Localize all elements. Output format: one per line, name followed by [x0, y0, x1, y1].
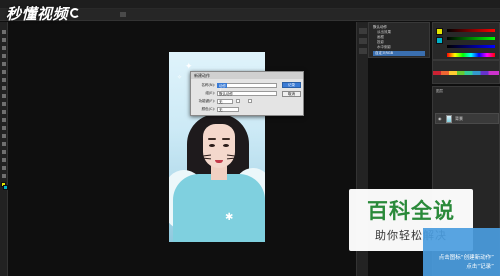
function-key-row: 功能键(F): 无 — [195, 98, 252, 104]
option-control[interactable] — [120, 12, 126, 17]
sparkle-icon: ✧ — [177, 74, 183, 81]
new-action-dialog: 新建动作 名称(N): 动作1 组(E): 默认动作 功能键(F): 无 颜色(… — [190, 71, 304, 116]
logo-text: 秒懂视频 — [6, 4, 69, 23]
color-panel — [432, 22, 500, 60]
layers-tab[interactable]: 图层 — [436, 89, 443, 94]
history-brush-tool-icon[interactable] — [2, 102, 6, 106]
layer-name: 背景 — [455, 116, 463, 121]
record-button[interactable]: 记录 — [282, 82, 301, 88]
shape-tool-icon[interactable] — [2, 166, 6, 170]
marquee-tool-icon[interactable] — [2, 38, 6, 42]
history-panel-icon[interactable] — [359, 28, 367, 34]
healing-brush-tool-icon[interactable] — [2, 78, 6, 82]
brand-title: 百科全说 — [367, 199, 455, 223]
set-label: 组(E): — [205, 90, 215, 95]
actions-panel-icon[interactable] — [359, 38, 367, 44]
illustration-eye — [209, 144, 215, 147]
name-row: 名称(N): 动作1 — [195, 82, 277, 92]
brush-tool-icon[interactable] — [2, 86, 6, 90]
set-select[interactable]: 默认动作 — [217, 90, 277, 96]
illustration-coat — [173, 174, 265, 242]
shift-checkbox[interactable] — [236, 99, 240, 103]
dodge-tool-icon[interactable] — [2, 134, 6, 138]
tools-panel — [0, 22, 8, 276]
background-color-swatch[interactable] — [3, 185, 8, 190]
video-logo: 秒懂视频 — [6, 2, 81, 24]
visibility-eye-icon[interactable]: ◉ — [438, 117, 442, 121]
hand-tool-icon[interactable] — [2, 174, 6, 178]
set-row: 组(E): 默认动作 — [195, 90, 277, 96]
function-key-label: 功能键(F): — [198, 98, 215, 103]
actions-panel: 默认动作 淡出效果 画框 投影 水中倒影 自定义RGB — [368, 22, 430, 58]
type-tool-icon[interactable] — [2, 150, 6, 154]
path-select-tool-icon[interactable] — [2, 158, 6, 162]
layer-row[interactable]: ◉ 背景 — [435, 113, 499, 124]
ctrl-checkbox[interactable] — [248, 99, 252, 103]
eraser-tool-icon[interactable] — [2, 110, 6, 114]
tutorial-hint: 点击图标“创建新动作” 点击“记录” — [423, 228, 500, 276]
swatches-panel[interactable] — [432, 60, 500, 84]
lasso-tool-icon[interactable] — [2, 46, 6, 50]
foreground-chip[interactable] — [436, 28, 443, 35]
cancel-button[interactable]: 取消 — [282, 91, 301, 97]
blur-tool-icon[interactable] — [2, 126, 6, 130]
red-slider[interactable] — [447, 29, 495, 32]
action-item[interactable]: 水中倒影 — [377, 45, 391, 50]
color-row: 颜色(C): 无 — [195, 106, 239, 112]
clone-stamp-tool-icon[interactable] — [2, 94, 6, 98]
illustration-eye — [223, 144, 229, 147]
name-label: 名称(N): — [201, 82, 215, 87]
hint-line-2: 点击“记录” — [466, 264, 494, 270]
color-select[interactable]: 无 — [217, 106, 239, 112]
layer-thumbnail — [446, 115, 452, 123]
green-slider[interactable] — [447, 37, 495, 40]
illustration-brow — [222, 138, 230, 140]
illustration-neck — [211, 166, 227, 180]
star-icon: ✱ — [225, 212, 234, 223]
crop-tool-icon[interactable] — [2, 62, 6, 66]
eyedropper-tool-icon[interactable] — [2, 70, 6, 74]
move-tool-icon[interactable] — [2, 30, 6, 34]
illustration-brow — [208, 138, 216, 140]
pen-tool-icon[interactable] — [2, 142, 6, 146]
color-label: 颜色(C): — [201, 106, 215, 111]
properties-panel-icon[interactable] — [359, 48, 367, 54]
gradient-tool-icon[interactable] — [2, 118, 6, 122]
blue-slider[interactable] — [447, 45, 495, 48]
quick-select-tool-icon[interactable] — [2, 54, 6, 58]
dialog-title: 新建动作 — [191, 72, 303, 79]
action-item-selected[interactable]: 自定义RGB — [373, 51, 425, 56]
spectrum-bar[interactable] — [447, 53, 495, 57]
name-input-rest[interactable] — [227, 82, 277, 88]
function-key-select[interactable]: 无 — [217, 98, 233, 104]
logo-swirl-icon — [70, 8, 81, 18]
hint-line-1: 点击图标“创建新动作” — [438, 255, 494, 261]
name-input[interactable]: 动作1 — [217, 82, 227, 92]
background-chip[interactable] — [436, 37, 443, 44]
